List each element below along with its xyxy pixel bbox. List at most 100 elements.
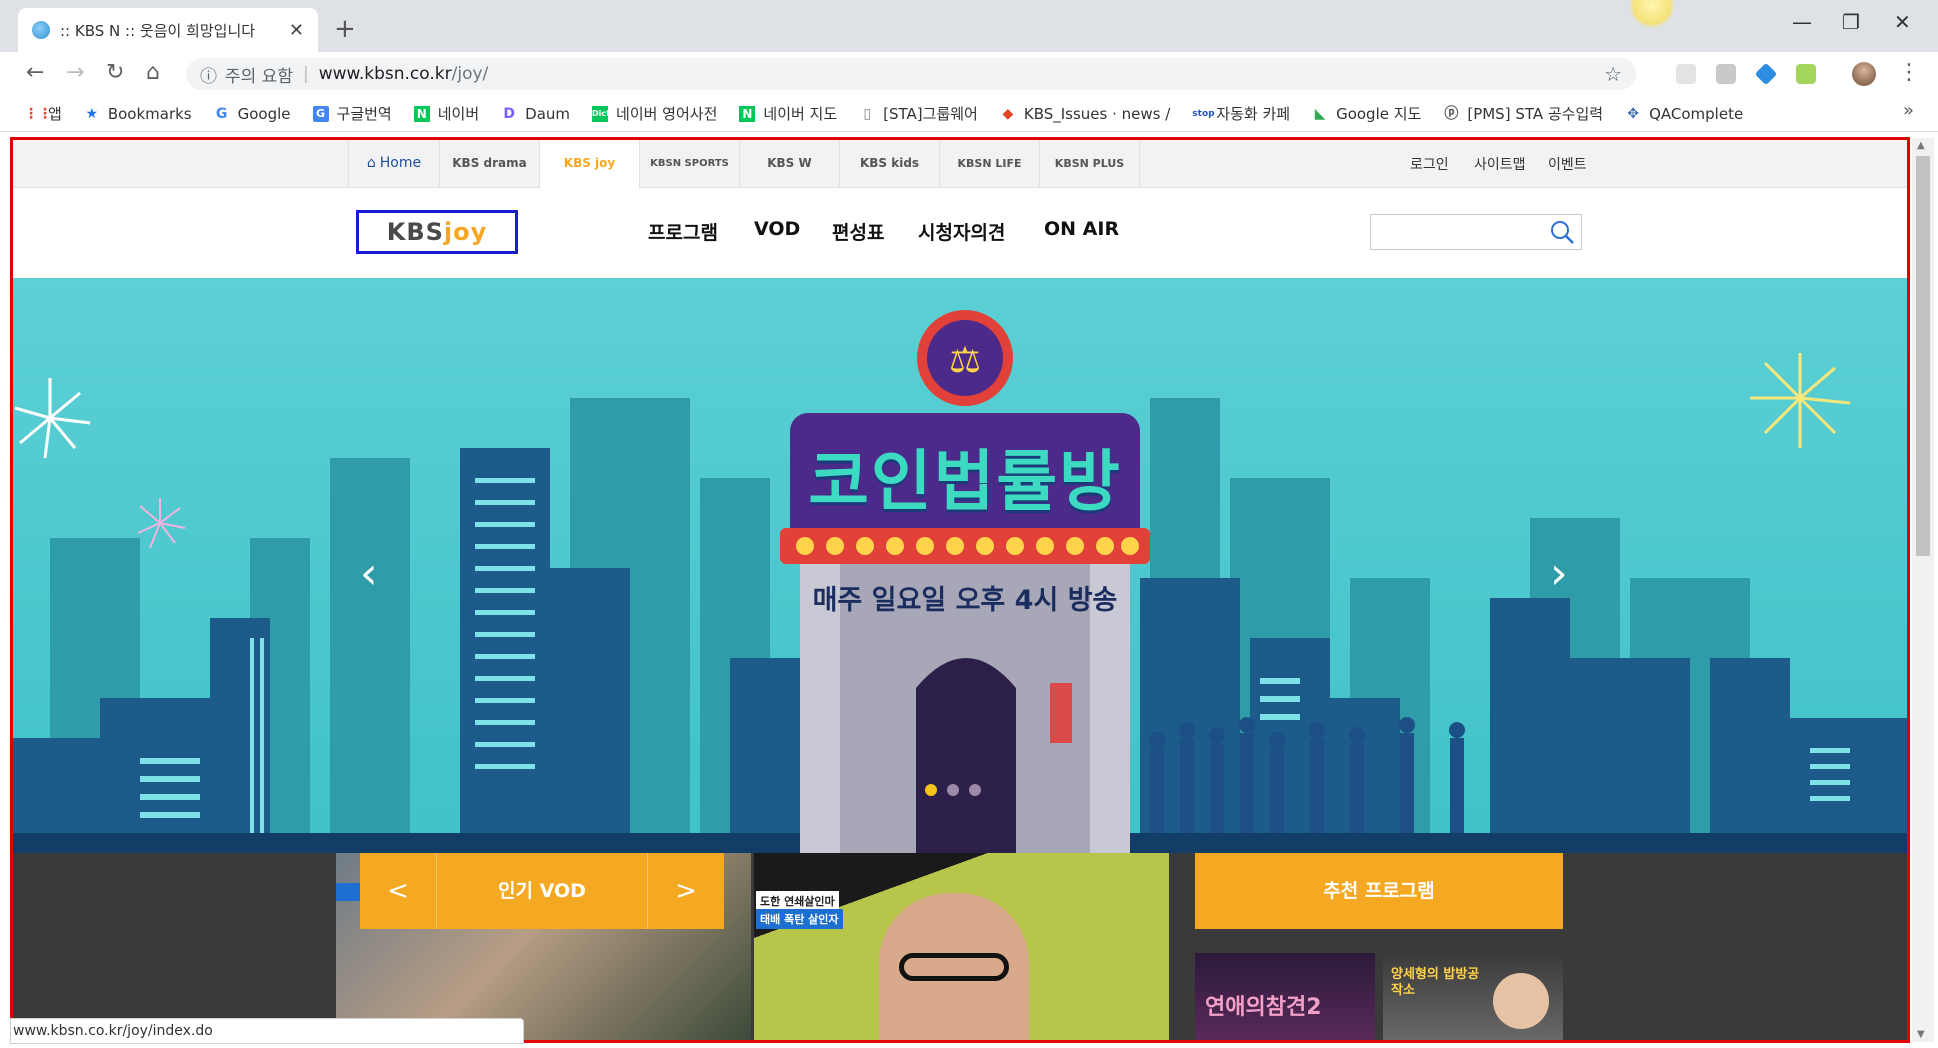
gnb-kbs-kids[interactable]: KBS kids [840, 138, 940, 188]
recommend-thumbnail[interactable]: 양세형의 밥방공작소 [1383, 953, 1563, 1042]
extension-diamond-icon[interactable] [1754, 62, 1778, 86]
svg-text:⚖: ⚖ [949, 340, 981, 381]
bookmark-item[interactable]: ★ Bookmarks [84, 105, 192, 123]
recommend-program-title: 추천 프로그램 [1195, 853, 1563, 929]
bookmark-item[interactable]: stop 자동화 카페 [1192, 103, 1290, 124]
restore-icon[interactable]: ❐ [1842, 10, 1860, 34]
login-link[interactable]: 로그인 [1410, 154, 1449, 174]
menu-kebab-icon[interactable]: ⋮ [1898, 60, 1920, 85]
bookmark-item[interactable]: ⓟ [PMS] STA 공수입력 [1443, 103, 1603, 124]
bookmark-label: 앱 [48, 105, 62, 123]
banner-prev-icon[interactable]: ‹ [360, 548, 378, 599]
city-skyline-illustration: ⚖ [10, 310, 1910, 853]
vod-prev-button[interactable]: < [360, 853, 436, 929]
menu-program[interactable]: 프로그램 [648, 218, 718, 245]
gnb-home[interactable]: ⌂ Home [348, 138, 440, 188]
info-icon[interactable]: ⓘ [200, 62, 217, 87]
close-tab-icon[interactable]: ✕ [289, 20, 304, 41]
scroll-down-icon[interactable]: ▼ [1917, 1029, 1925, 1040]
security-label: 주의 요함 [225, 66, 293, 87]
url-host: www.kbsn.co.kr [318, 64, 452, 84]
gnb-label: KBSN SPORTS [650, 157, 729, 169]
bookmark-item[interactable]: N 네이버 [413, 103, 480, 124]
bookmark-item[interactable]: ▯ [STA]그룹웨어 [859, 103, 978, 124]
profile-avatar[interactable] [1852, 62, 1876, 86]
bookmark-item[interactable]: ⋮⋮ 앱 [24, 103, 62, 124]
gnb-kbs-w[interactable]: KBS W [740, 138, 840, 188]
gnb-kbs-joy[interactable]: KBS joy [540, 138, 640, 188]
minimize-icon[interactable]: — [1792, 10, 1812, 34]
apps-icon: ⋮⋮ [24, 105, 52, 122]
bookmark-label: [STA]그룹웨어 [883, 105, 978, 123]
back-icon[interactable]: ← [26, 60, 44, 85]
banner-next-icon[interactable]: › [1550, 548, 1568, 599]
tab-strip: :: KBS N :: 웃음이 희망입니다 ✕ + — ❐ ✕ [0, 0, 1938, 52]
bookmark-label: 구글번역 [336, 105, 392, 123]
reload-icon[interactable]: ↻ [106, 60, 124, 85]
popular-vod-title: 인기 VOD [436, 853, 648, 929]
translate-icon: G [312, 105, 329, 122]
extension-cast-icon[interactable] [1676, 64, 1696, 84]
banner-dot[interactable] [969, 784, 981, 796]
bookmarks-overflow-icon[interactable]: » [1903, 100, 1914, 121]
naver-icon: N [413, 105, 430, 122]
scroll-thumb[interactable] [1916, 156, 1930, 556]
bookmark-item[interactable]: N 네이버 지도 [739, 103, 837, 124]
recommend-thumbnail[interactable]: 연애의참견2 [1195, 953, 1375, 1042]
kbs-joy-logo[interactable]: KBS joy [356, 210, 518, 254]
sitemap-link[interactable]: 사이트맵 [1474, 154, 1526, 174]
main-banner[interactable]: ⚖ 코인법률방 매주 일요일 오후 4시 방송 ‹ › [10, 278, 1910, 853]
bookmark-label: 자동화 카페 [1216, 105, 1291, 123]
vod-thumbnail[interactable]: 도한 연쇄살인마 태배 폭탄 살인자 [754, 853, 1169, 1042]
bookmark-star-icon[interactable]: ☆ [1604, 62, 1622, 86]
bookmark-label: Google [237, 104, 291, 123]
content-section: < 인기 VOD > 도한 연쇄살인마 태배 폭탄 살인자 추천 프로그램 연애… [10, 853, 1910, 1042]
menu-on-air[interactable]: ON AIR [1044, 218, 1119, 240]
bookmark-item[interactable]: G 구글번역 [312, 103, 392, 124]
home-nav-icon[interactable]: ⌂ [146, 60, 160, 85]
bookmark-item[interactable]: ◣ Google 지도 [1312, 103, 1422, 124]
menu-schedule[interactable]: 편성표 [832, 218, 884, 245]
bookmark-label: QAComplete [1649, 104, 1744, 123]
bookmark-item[interactable]: ✥ QAComplete [1625, 105, 1743, 123]
bookmark-item[interactable]: Dict 네이버 영어사전 [592, 103, 717, 124]
toolbar: ← → ↻ ⌂ ⓘ 주의 요함 | www.kbsn.co.kr /joy/ ☆… [0, 52, 1938, 96]
close-window-icon[interactable]: ✕ [1894, 10, 1911, 34]
scroll-up-icon[interactable]: ▲ [1917, 140, 1925, 151]
address-bar[interactable]: ⓘ 주의 요함 | www.kbsn.co.kr /joy/ ☆ [186, 58, 1636, 90]
extension-ladder-icon[interactable] [1796, 64, 1816, 84]
bookmark-label: 네이버 [437, 105, 480, 123]
gnb-label: KBSN PLUS [1054, 156, 1125, 170]
search-box [1370, 214, 1582, 250]
banner-dot[interactable] [947, 784, 959, 796]
gnb-kbsn-sports[interactable]: KBSN SPORTS [640, 138, 740, 188]
decorative-sun-icon [1628, 0, 1676, 28]
site-header: KBS joy 프로그램 VOD 편성표 시청자의견 ON AIR [10, 188, 1910, 278]
event-link[interactable]: 이벤트 [1548, 154, 1587, 174]
browser-tab[interactable]: :: KBS N :: 웃음이 희망입니다 ✕ [18, 8, 318, 52]
bookmark-item[interactable]: D Daum [501, 105, 570, 123]
url-path: /joy/ [451, 64, 489, 84]
menu-vod[interactable]: VOD [754, 218, 800, 240]
forward-icon[interactable]: → [66, 60, 84, 85]
gnb-kbsn-plus[interactable]: KBSN PLUS [1040, 138, 1140, 188]
family-site-nav: ⌂ Home KBS drama KBS joy KBSN SPORTS KBS… [10, 138, 1910, 188]
vod-next-button[interactable]: > [648, 853, 724, 929]
menu-viewer-opinion[interactable]: 시청자의견 [918, 218, 1005, 245]
bookmarks-bar: ⋮⋮ 앱 ★ Bookmarks G Google G 구글번역 N 네이버 D Daum … [0, 96, 1938, 132]
gnb-kbsn-life[interactable]: KBSN LIFE [940, 138, 1040, 188]
divider: | [302, 64, 309, 84]
extension-ex-icon[interactable] [1716, 64, 1736, 84]
new-tab-button[interactable]: + [334, 14, 356, 44]
search-input[interactable] [1371, 215, 1541, 249]
bookmark-label: KBS_Issues · news / [1023, 104, 1171, 123]
search-icon[interactable] [1549, 219, 1575, 245]
gnb-kbs-drama[interactable]: KBS drama [440, 138, 540, 188]
bookmark-label: Bookmarks [107, 104, 192, 123]
page-scrollbar[interactable]: ▲ ▼ [1912, 138, 1934, 1042]
bookmark-item[interactable]: G Google [214, 105, 291, 123]
recommend-thumb-title: 연애의참견2 [1205, 995, 1322, 1020]
site-favicon-icon [32, 21, 50, 39]
bookmark-item[interactable]: ◆ KBS_Issues · news / [1000, 105, 1170, 123]
banner-dot[interactable] [925, 784, 937, 796]
